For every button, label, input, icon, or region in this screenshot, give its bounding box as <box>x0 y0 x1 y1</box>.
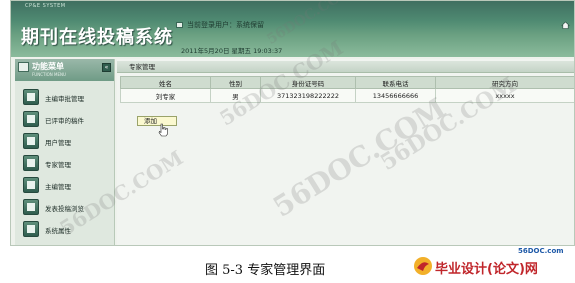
sidebar-item-users[interactable]: 用户管理 <box>15 131 114 153</box>
cell-phone: 13456666666 <box>355 88 436 103</box>
home-icon[interactable] <box>561 21 570 29</box>
document-icon <box>23 221 39 237</box>
sidebar-item-label: 主编审批管理 <box>45 95 84 103</box>
menu-header: 功能菜单 FUNCTION MENU « <box>15 59 114 81</box>
sidebar-item-label: 用户管理 <box>45 139 71 147</box>
sidebar-item-label: 已评审的稿件 <box>45 117 84 125</box>
site-logo: 56DOC.com 毕业设计(论文)网 <box>413 246 573 280</box>
column-header-phone: 联系电话 <box>355 76 436 89</box>
logo-text: 毕业设计(论文)网 <box>435 262 538 277</box>
datetime-text: 2011年5月20日 星期五 19:03:37 <box>181 47 283 55</box>
sidebar-item-label: 专家管理 <box>45 161 71 169</box>
table-row[interactable]: 刘专家 男 371323198222222 13456666666 xxxxx <box>120 88 574 103</box>
sidebar-item-reviewed-manuscripts[interactable]: 已评审的稿件 <box>15 109 114 131</box>
menu-title: 功能菜单 <box>32 62 64 71</box>
menu-icon <box>18 62 29 72</box>
menu-list: 主编审批管理 已评审的稿件 用户管理 专家管理 主编管理 发表投稿浏览 系统属性 <box>15 81 114 241</box>
brand-small-text: CP&E SYSTEM <box>25 3 66 9</box>
app-title: 期刊在线投稿系统 <box>21 27 173 48</box>
document-icon <box>23 199 39 215</box>
figure-caption: 图 5-3 专家管理界面 <box>205 263 326 278</box>
logo-site-url: 56DOC.com <box>518 247 564 255</box>
user-icon <box>176 22 183 28</box>
document-icon <box>23 177 39 193</box>
cell-gender: 男 <box>210 88 261 103</box>
column-header-id-number: 身份证号码 <box>260 76 356 89</box>
sidebar-item-label: 系统属性 <box>45 227 71 235</box>
sidebar-item-editors[interactable]: 主编管理 <box>15 175 114 197</box>
document-icon <box>23 133 39 149</box>
sidebar-item-experts[interactable]: 专家管理 <box>15 153 114 175</box>
screenshot-frame: CP&E SYSTEM 期刊在线投稿系统 当前登录用户：系统保留 2011年5月… <box>10 0 575 246</box>
table-header-row: 姓名 性别 身份证号码 联系电话 研究方向 <box>120 76 574 89</box>
sidebar-item-editor-approval[interactable]: 主编审批管理 <box>15 87 114 109</box>
app-header: CP&E SYSTEM 期刊在线投稿系统 当前登录用户：系统保留 2011年5月… <box>11 1 574 57</box>
cell-id-number: 371323198222222 <box>260 88 356 103</box>
logo-mark-icon <box>414 257 432 275</box>
menu-subtitle: FUNCTION MENU <box>32 72 66 77</box>
hand-cursor-icon <box>158 123 168 137</box>
cell-name: 刘专家 <box>120 88 211 103</box>
document-icon <box>23 155 39 171</box>
sidebar-item-system-properties[interactable]: 系统属性 <box>15 219 114 241</box>
column-header-research-field: 研究方向 <box>435 76 574 89</box>
document-icon <box>23 89 39 105</box>
panel-title: 专家管理 <box>117 61 574 73</box>
collapse-toggle-icon[interactable]: « <box>102 63 111 72</box>
sidebar-item-published-browse[interactable]: 发表投稿浏览 <box>15 197 114 219</box>
experts-table: 姓名 性别 身份证号码 联系电话 研究方向 刘专家 男 371323198222… <box>120 76 574 103</box>
sidebar-item-label: 主编管理 <box>45 183 71 191</box>
cell-research-field: xxxxx <box>435 88 574 103</box>
main-panel: 专家管理 姓名 性别 身份证号码 联系电话 研究方向 刘专家 男 3713231… <box>117 59 574 245</box>
current-user-line: 当前登录用户：系统保留 <box>176 20 264 30</box>
column-header-name: 姓名 <box>120 76 211 89</box>
document-icon <box>23 111 39 127</box>
sidebar: 功能菜单 FUNCTION MENU « 主编审批管理 已评审的稿件 用户管理 … <box>15 59 115 245</box>
sidebar-item-label: 发表投稿浏览 <box>45 205 84 213</box>
column-header-gender: 性别 <box>210 76 261 89</box>
current-user-text: 当前登录用户：系统保留 <box>187 21 264 29</box>
